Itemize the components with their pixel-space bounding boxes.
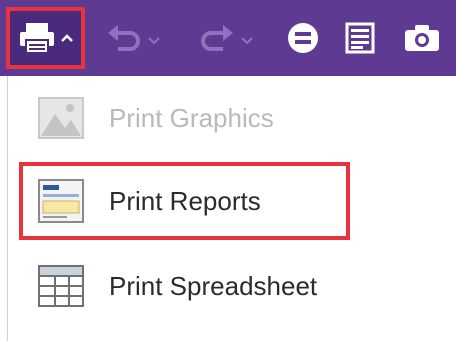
chevron-down-icon	[241, 31, 253, 49]
chevron-up-icon	[60, 33, 74, 43]
report-document-icon	[35, 175, 87, 227]
spreadsheet-icon	[35, 260, 87, 312]
menu-item-print-graphics[interactable]: Print Graphics	[20, 78, 350, 158]
menu-divider	[7, 76, 8, 341]
undo-icon	[106, 23, 142, 58]
menu-item-label: Print Spreadsheet	[109, 270, 318, 301]
camera-button[interactable]	[398, 20, 446, 60]
print-dropdown-button[interactable]	[6, 7, 85, 69]
redo-icon	[199, 23, 235, 58]
redo-button[interactable]	[190, 20, 262, 60]
equals-circle-icon	[287, 22, 319, 59]
menu-item-label: Print Reports	[109, 185, 261, 216]
image-placeholder-icon	[35, 92, 87, 144]
report-button[interactable]	[340, 20, 380, 60]
toolbar	[0, 0, 456, 76]
equals-button[interactable]	[283, 20, 323, 60]
camera-icon	[403, 23, 441, 58]
undo-button[interactable]	[98, 20, 168, 60]
menu-item-print-spreadsheet[interactable]: Print Spreadsheet	[20, 246, 350, 326]
menu-item-label: Print Graphics	[109, 102, 274, 133]
printer-icon	[18, 21, 56, 55]
menu-item-print-reports[interactable]: Print Reports	[19, 162, 350, 240]
report-icon	[345, 22, 375, 59]
chevron-down-icon	[148, 31, 160, 49]
